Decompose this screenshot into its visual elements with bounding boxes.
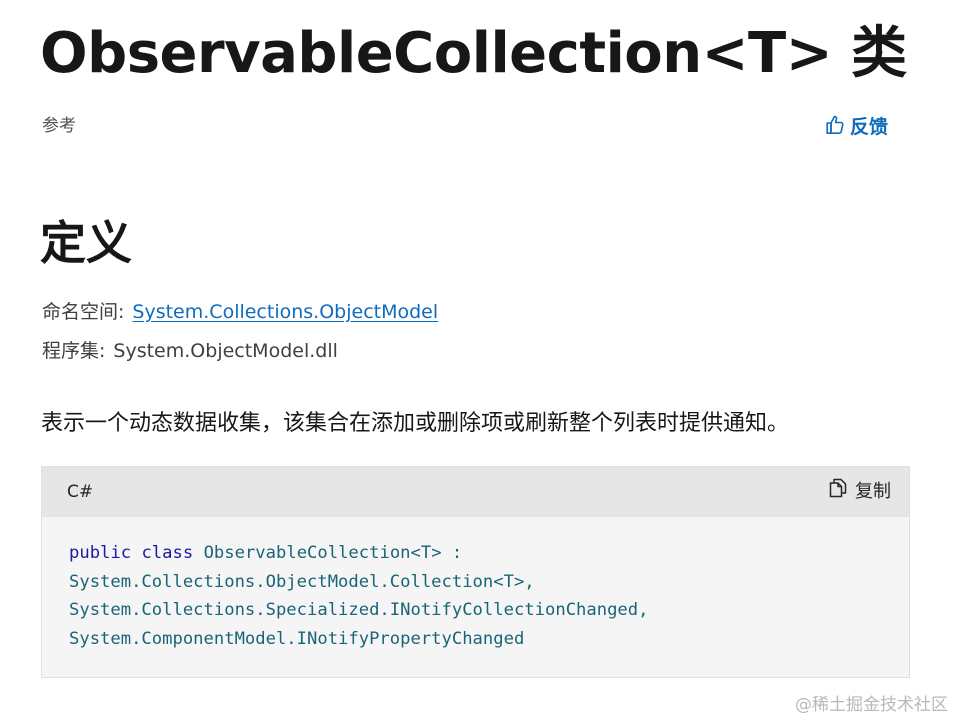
namespace-link[interactable]: System.Collections.ObjectModel (132, 301, 438, 323)
class-description: 表示一个动态数据收集，该集合在添加或删除项或刷新整个列表时提供通知。 (41, 411, 790, 436)
namespace-label: 命名空间: (42, 301, 125, 323)
code-line-interface-property-changed: System.ComponentModel.INotifyPropertyCha… (69, 628, 525, 649)
code-line-interface-collection-changed: System.Collections.Specialized.INotifyCo… (69, 600, 649, 621)
code-line-base-class: System.Collections.ObjectModel.Collectio… (69, 571, 535, 592)
definition-heading: 定义 (40, 216, 132, 270)
copy-button[interactable]: 复制 (829, 478, 891, 506)
namespace-row: 命名空间: System.Collections.ObjectModel (42, 299, 438, 325)
assembly-row: 程序集: System.ObjectModel.dll (42, 338, 338, 364)
page-title: ObservableCollection<T> 类 (40, 21, 907, 86)
feedback-button[interactable]: 反馈 (826, 111, 888, 139)
reference-label: 参考 (42, 116, 76, 136)
copy-label: 复制 (855, 481, 891, 502)
code-language-label: C# (67, 482, 94, 502)
copy-icon (829, 478, 847, 506)
feedback-label: 反馈 (850, 115, 889, 138)
watermark: @稀土掘金技术社区 (795, 695, 948, 715)
code-block: C# 复制 public class ObservableCollection<… (41, 466, 910, 678)
code-keyword-public: public (69, 543, 132, 563)
code-keyword-class: class (141, 543, 194, 563)
code-header: C# 复制 (42, 467, 909, 517)
code-body: public class ObservableCollection<T> : S… (69, 539, 648, 653)
assembly-value: System.ObjectModel.dll (113, 340, 338, 362)
assembly-label: 程序集: (42, 340, 106, 362)
thumbs-up-icon (826, 115, 844, 135)
code-class-declaration: ObservableCollection<T> : (203, 543, 463, 563)
